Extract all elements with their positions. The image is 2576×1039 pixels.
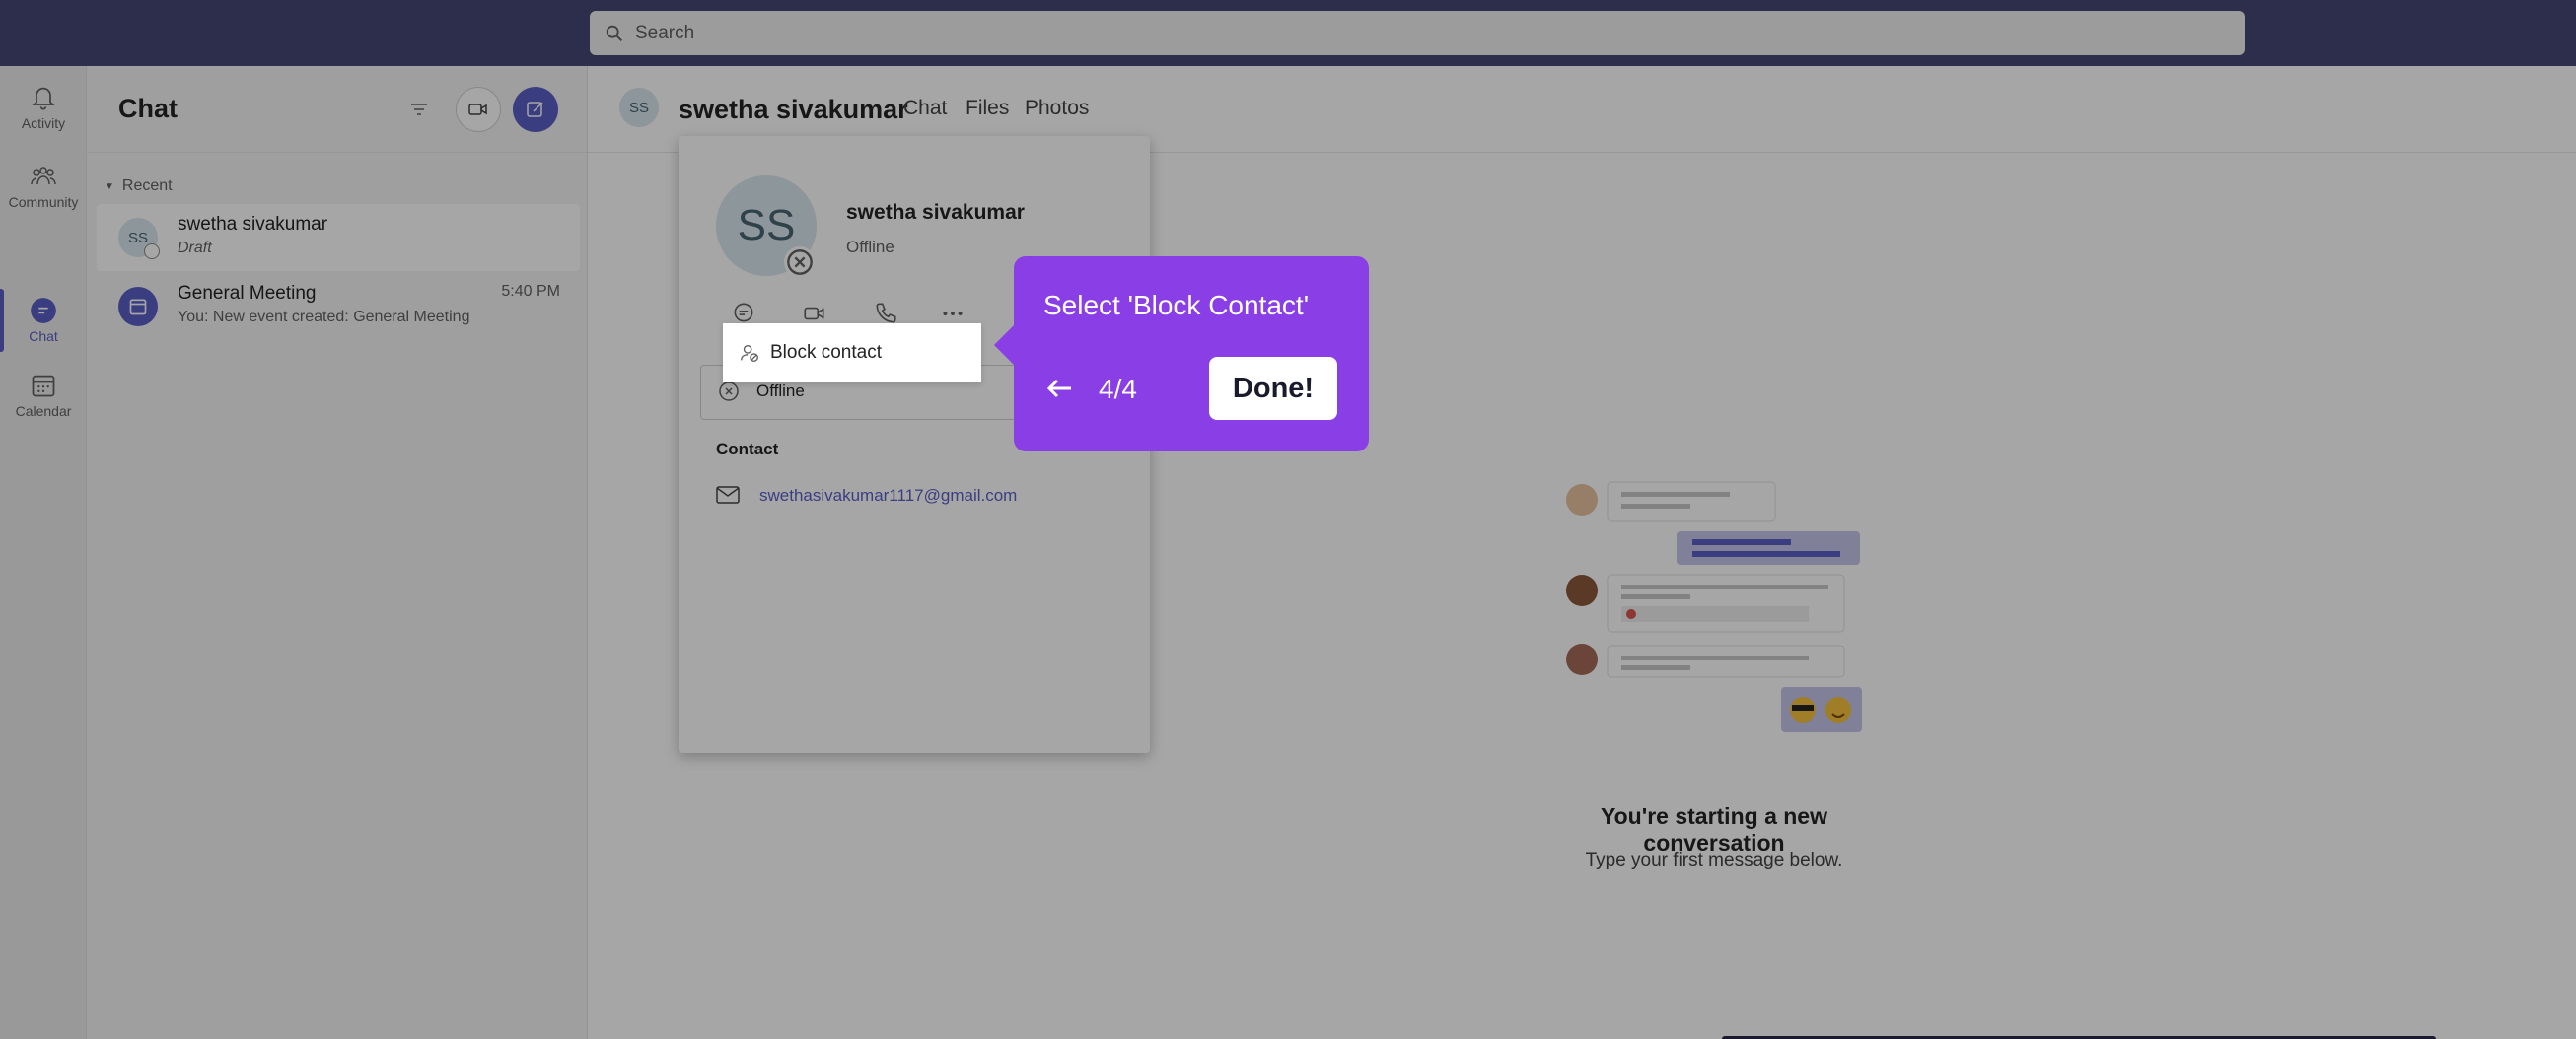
tour-tooltip: Select 'Block Contact' 4/4 Done! [994,256,1369,451]
tour-done-button[interactable]: Done! [1209,357,1337,420]
tour-step-counter: 4/4 [1099,374,1137,404]
arrow-left-icon [1046,379,1071,398]
tour-overlay-left [0,323,723,382]
block-person-icon [741,344,758,362]
block-contact-menu-item[interactable]: Block contact [723,323,981,382]
tour-overlay-bottom [0,382,2576,1039]
tour-tooltip-title: Select 'Block Contact' [1043,290,1310,320]
block-contact-label: Block contact [770,342,882,363]
tour-back-button[interactable] [1041,371,1077,406]
